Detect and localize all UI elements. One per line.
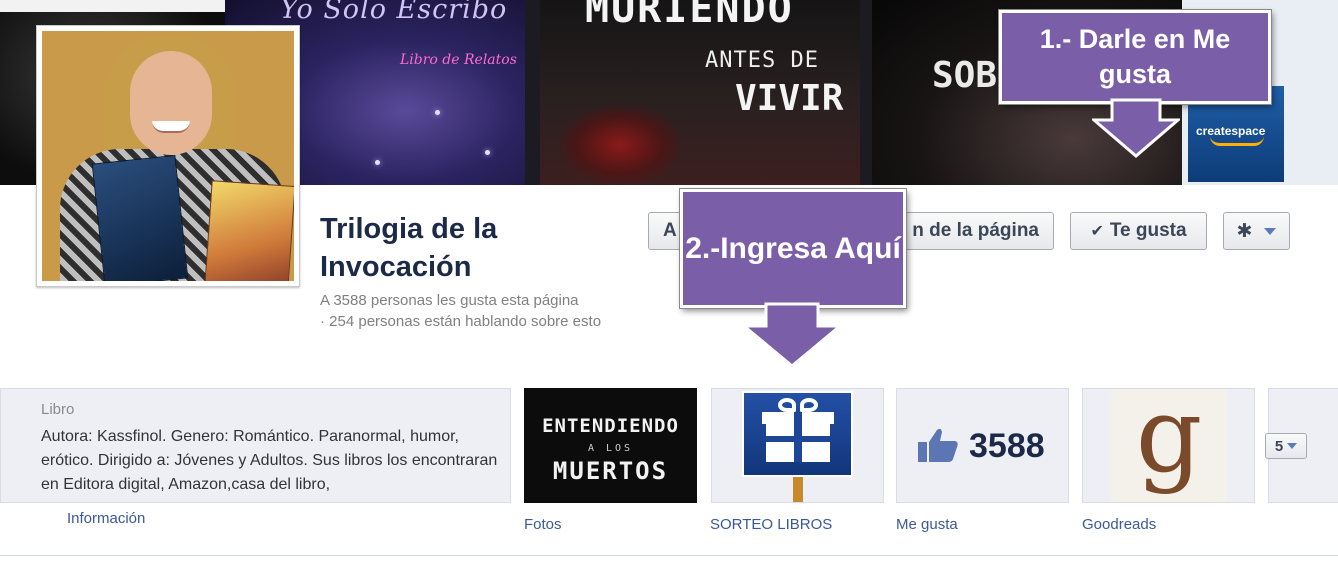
gift-app-image bbox=[742, 391, 853, 477]
page-talking-count[interactable]: · 254 personas están hablando sobre esto bbox=[320, 311, 620, 332]
profile-picture[interactable] bbox=[36, 25, 300, 287]
gear-icon: ✱ bbox=[1236, 220, 1253, 242]
photos-tile-text-line1: ENTENDIENDO bbox=[542, 415, 679, 437]
createspace-logo-arc bbox=[1210, 136, 1264, 146]
sparkle-decoration bbox=[485, 150, 490, 155]
cover-book-title-fragment: SOB bbox=[932, 55, 998, 96]
gift-ribbon-horizontal bbox=[765, 436, 830, 442]
chevron-down-icon bbox=[1287, 443, 1298, 449]
arrow-down-icon bbox=[1092, 98, 1180, 158]
goodreads-tile[interactable]: g bbox=[1082, 388, 1255, 503]
cover-book-title-line2: ANTES DE bbox=[705, 48, 819, 73]
photos-tab-link[interactable]: Fotos bbox=[524, 516, 562, 533]
like-button[interactable]: ✔ Te gusta bbox=[1070, 212, 1207, 250]
photo-face bbox=[130, 51, 212, 155]
page-likes-count[interactable]: A 3588 personas les gusta esta página bbox=[320, 290, 579, 311]
instruction-callout-step1: 1.- Darle en Me gusta bbox=[999, 10, 1271, 104]
cover-book-title-line1: MURIENDO bbox=[585, 0, 794, 32]
likes-tile-count: 3588 bbox=[969, 427, 1045, 465]
photos-tile[interactable]: ENTENDIENDO A LOS MUERTOS bbox=[524, 388, 697, 503]
settings-dropdown-button[interactable]: ✱ bbox=[1223, 212, 1290, 250]
page-title[interactable]: Trilogia de la Invocación bbox=[320, 210, 620, 286]
instruction-callout-step1-text: 1.- Darle en Me gusta bbox=[1039, 24, 1231, 89]
like-button-label: Te gusta bbox=[1109, 220, 1187, 241]
giveaway-tile[interactable] bbox=[711, 388, 884, 503]
photos-tile-text-line3: MUERTOS bbox=[552, 457, 669, 485]
cover-book-title-line3: VIVIR bbox=[735, 78, 844, 119]
gift-stand bbox=[793, 477, 803, 502]
likes-tile[interactable]: 3588 bbox=[896, 388, 1069, 503]
cover-book-title: Yo Solo Escribo bbox=[280, 0, 508, 25]
goodreads-tab-link[interactable]: Goodreads bbox=[1082, 516, 1156, 533]
photo-book-blue bbox=[91, 154, 189, 281]
more-apps-count: 5 bbox=[1274, 437, 1284, 455]
page-action-button-label: A bbox=[663, 220, 677, 241]
photos-tile-text-line2: A LOS bbox=[587, 443, 634, 454]
cover-book-subtitle: Libro de Relatos bbox=[400, 52, 517, 68]
more-apps-button[interactable]: 5 bbox=[1265, 433, 1307, 459]
sparkle-decoration bbox=[375, 160, 380, 165]
cover-blood-splash bbox=[560, 105, 680, 185]
page-description: Autora: Kassfinol. Genero: Romántico. Pa… bbox=[41, 428, 498, 493]
instruction-callout-step2-text: 2.-Ingresa Aquí bbox=[685, 231, 901, 265]
thumbs-up-icon bbox=[918, 428, 958, 462]
divider bbox=[0, 555, 1338, 556]
chevron-down-icon bbox=[1264, 227, 1277, 235]
giveaway-tab-link[interactable]: SORTEO LIBROS bbox=[710, 516, 832, 533]
profile-photo bbox=[42, 31, 294, 281]
check-icon: ✔ bbox=[1090, 223, 1104, 240]
instruction-callout-step2: 2.-Ingresa Aquí bbox=[680, 189, 906, 308]
cover-panel-book-muriendo: MURIENDO ANTES DE VIVIR bbox=[540, 0, 860, 185]
page-edit-button-label: n de la página bbox=[912, 220, 1039, 241]
info-link[interactable]: Información bbox=[67, 510, 145, 527]
page-category: Libro bbox=[41, 401, 75, 418]
goodreads-logo-letter: g bbox=[1135, 388, 1203, 496]
photo-book-romance bbox=[204, 180, 294, 281]
cover-panel-edge bbox=[0, 0, 225, 12]
goodreads-logo: g bbox=[1111, 388, 1227, 502]
gift-bow-right bbox=[799, 398, 818, 412]
about-box[interactable]: Libro Autora: Kassfinol. Genero: Románti… bbox=[0, 388, 511, 503]
likes-tab-link[interactable]: Me gusta bbox=[896, 516, 958, 533]
photo-smile bbox=[152, 121, 190, 133]
arrow-down-icon bbox=[742, 302, 842, 368]
gift-bow-left bbox=[777, 398, 796, 412]
sparkle-decoration bbox=[435, 110, 440, 115]
